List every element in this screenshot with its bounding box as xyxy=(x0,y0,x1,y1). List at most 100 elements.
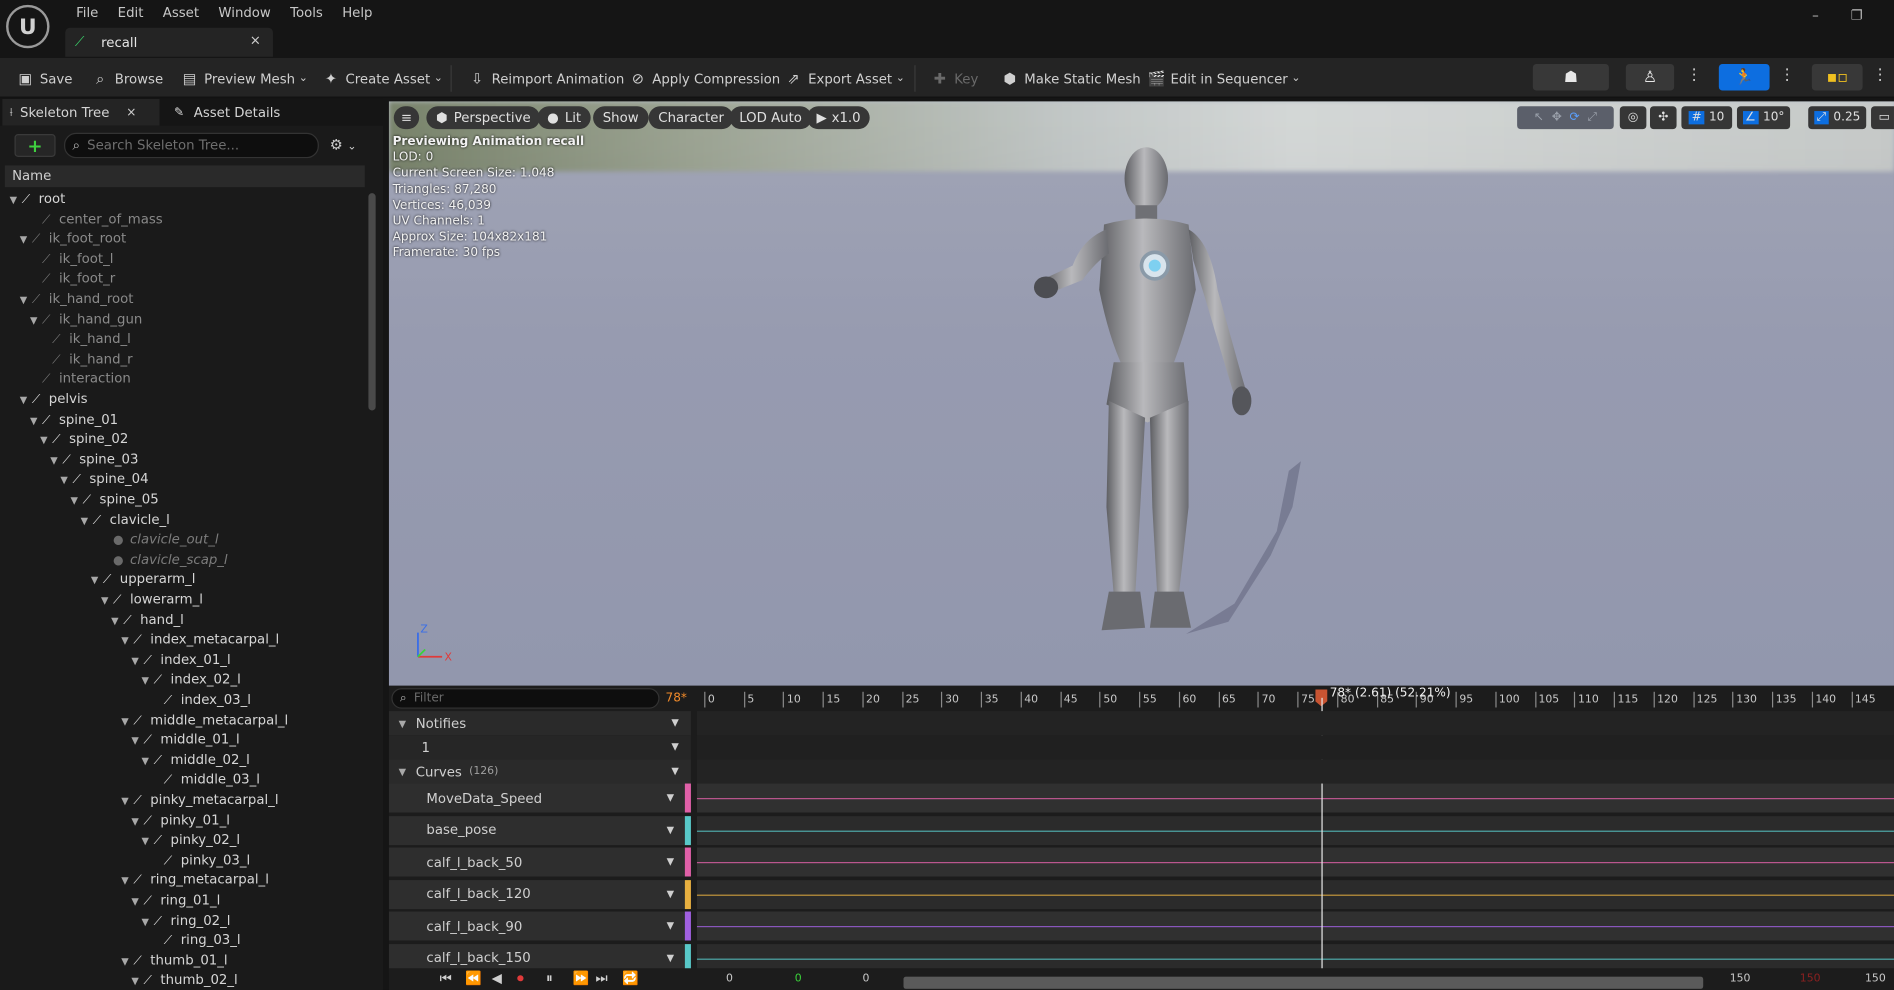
expand-arrow-icon[interactable]: ▼ xyxy=(71,491,83,510)
range-start-value[interactable]: 0 xyxy=(726,973,733,985)
pause-icon[interactable]: ⏸ xyxy=(546,971,553,988)
working-start-value[interactable]: 0 xyxy=(795,973,802,985)
bone-row[interactable]: ▼ ⟋ clavicle_l xyxy=(81,510,170,529)
surface-snap-button[interactable]: ✣ xyxy=(1649,106,1677,130)
view-range-thumb[interactable] xyxy=(903,976,1704,989)
coordinate-space-button[interactable]: ◎ xyxy=(1619,106,1647,130)
view-range-scrollbar[interactable] xyxy=(903,976,1704,989)
expand-arrow-icon[interactable]: ▼ xyxy=(40,431,52,450)
tree-scrollbar[interactable] xyxy=(368,193,376,411)
chevron-down-icon[interactable]: ▼ xyxy=(667,824,674,835)
viewport-menu-button[interactable]: ≡ xyxy=(393,106,420,130)
bone-row[interactable]: ▼ ⟋ spine_01 xyxy=(30,410,118,429)
bone-row[interactable]: ⟋ ik_hand_r xyxy=(40,350,132,369)
perspective-button[interactable]: ⬢ Perspective xyxy=(426,106,541,130)
grid-snap-button[interactable]: #10 xyxy=(1681,106,1733,130)
bone-row[interactable]: ▼ ⟋ spine_02 xyxy=(40,430,128,449)
bone-row[interactable]: ▼ ⟋ thumb_01_l xyxy=(121,951,227,970)
bone-row[interactable]: ▼ ⟋ ik_foot_root xyxy=(20,230,126,249)
chevron-down-icon[interactable]: ▼ xyxy=(667,856,674,867)
expand-arrow-icon[interactable]: ▼ xyxy=(131,892,143,911)
notify-track-row[interactable]: 1 ▼ xyxy=(388,735,691,760)
bone-row[interactable]: ▼ ⟋ pinky_metacarpal_l xyxy=(121,791,278,810)
lod-button[interactable]: LOD Auto xyxy=(729,106,812,130)
expand-arrow-icon[interactable]: ▼ xyxy=(121,872,133,891)
bone-row[interactable]: ▼ ⟋ pelvis xyxy=(20,390,88,409)
apply-compression-button[interactable]: ⊘ Apply Compression xyxy=(629,66,781,90)
expand-arrow-icon[interactable]: ▼ xyxy=(30,411,42,430)
mesh-options-icon[interactable]: ⋮ xyxy=(1686,66,1702,84)
timeline-lane[interactable] xyxy=(696,759,1894,784)
name-column-header[interactable]: Name xyxy=(4,165,365,188)
edit-in-sequencer-dropdown[interactable]: 🎬 Edit in Sequencer ⌄ xyxy=(1148,66,1301,90)
camera-speed-button[interactable]: ▭ xyxy=(1871,106,1894,130)
playback-speed-button[interactable]: ▶ x1.0 xyxy=(806,106,871,130)
restore-button[interactable]: ❐ xyxy=(1844,7,1868,23)
expand-arrow-icon[interactable]: ▼ xyxy=(121,792,133,811)
expand-arrow-icon[interactable]: ▼ xyxy=(111,612,123,631)
bone-row[interactable]: ⟋ middle_03_l xyxy=(152,771,260,790)
bone-row[interactable]: ▼ ⟋ index_01_l xyxy=(131,650,230,669)
bone-row[interactable]: ▼ ⟋ middle_02_l xyxy=(142,751,250,770)
timeline-lane[interactable] xyxy=(696,711,1894,736)
reimport-animation-button[interactable]: ⇩ Reimport Animation xyxy=(469,66,624,90)
expand-arrow-icon[interactable]: ▼ xyxy=(20,291,32,310)
preview-mesh-dropdown[interactable]: ▤ Preview Mesh ⌄ xyxy=(181,66,308,90)
bone-row[interactable]: ▼ ⟋ index_metacarpal_l xyxy=(121,630,279,649)
expand-arrow-icon[interactable]: ▼ xyxy=(142,912,154,931)
bone-row[interactable]: ⟋ ring_03_l xyxy=(152,931,241,950)
menu-file[interactable]: File xyxy=(66,2,108,21)
bone-row[interactable]: ● clavicle_scap_l xyxy=(101,550,228,569)
bone-row[interactable]: ● clavicle_out_l xyxy=(101,530,219,549)
expand-arrow-icon[interactable]: ▼ xyxy=(121,712,133,731)
curve-track-row[interactable]: calf_l_back_50 ▼ xyxy=(388,847,691,877)
go-to-start-icon[interactable]: ⏮ xyxy=(440,971,452,988)
expand-arrow-icon[interactable]: ▼ xyxy=(131,812,143,831)
expand-arrow-icon[interactable]: ▼ xyxy=(81,511,93,530)
bone-row[interactable]: ▼ ⟋ ring_metacarpal_l xyxy=(121,871,269,890)
show-button[interactable]: Show xyxy=(593,106,649,130)
expand-arrow-icon[interactable]: ▼ xyxy=(121,952,133,971)
menu-asset[interactable]: Asset xyxy=(153,2,209,21)
add-socket-button[interactable]: + xyxy=(14,134,56,157)
curve-track-row[interactable]: calf_l_back_90 ▼ xyxy=(388,911,691,941)
tree-settings-button[interactable]: ⚙ ⌄ xyxy=(330,136,357,153)
mesh-mode-button[interactable]: ♙ xyxy=(1625,63,1675,91)
bone-row[interactable]: ▼ ⟋ ik_hand_gun xyxy=(30,310,142,329)
timeline-ruler[interactable]: 0 5 10 15 20 25 30 35 40 45 50 55 60 65 70 75 80 85 90 95 10… xyxy=(697,691,1894,711)
bone-row[interactable]: ⟋ ik_foot_l xyxy=(30,250,113,269)
save-button[interactable]: ▣ Save xyxy=(17,66,73,90)
close-tab-button[interactable]: × xyxy=(250,33,261,49)
skeleton-search-input[interactable]: ⌕ Search Skeleton Tree... xyxy=(64,132,319,159)
character-mesh[interactable] xyxy=(1029,145,1307,640)
chevron-down-icon[interactable]: ▼ xyxy=(667,952,674,963)
view-start-value[interactable]: 0 xyxy=(862,973,869,985)
preview-viewport[interactable]: ≡ ⬢ Perspective ● Lit Show Character LOD A… xyxy=(388,101,1894,686)
menu-tools[interactable]: Tools xyxy=(280,2,332,21)
curve-track-row[interactable]: base_pose ▼ xyxy=(388,815,691,845)
bone-row[interactable]: ▼ ⟋ hand_l xyxy=(111,610,184,629)
chevron-down-icon[interactable]: ▼ xyxy=(667,792,674,803)
record-icon[interactable]: ⏺ xyxy=(517,971,524,988)
character-button[interactable]: Character xyxy=(648,106,734,130)
expand-arrow-icon[interactable]: ▼ xyxy=(30,311,42,330)
transform-tools-group[interactable]: ↖ ✥ ⟳ ⤢ xyxy=(1517,106,1614,130)
key-button[interactable]: ✚ Key xyxy=(931,66,979,90)
bone-row[interactable]: ▼ ⟋ root xyxy=(10,190,66,209)
curve-track-row[interactable]: MoveData_Speed ▼ xyxy=(388,783,691,813)
bone-row[interactable]: ▼ ⟋ pinky_02_l xyxy=(142,831,241,850)
bone-row[interactable]: ▼ ⟋ ring_01_l xyxy=(131,891,220,910)
go-to-end-icon[interactable]: ⏭ xyxy=(595,971,607,988)
step-back-icon[interactable]: ⏪ xyxy=(465,971,482,987)
play-reverse-icon[interactable]: ◀ xyxy=(492,971,502,987)
notifies-track-header[interactable]: ▼ Notifies ▼ xyxy=(388,711,691,736)
menu-help[interactable]: Help xyxy=(333,2,383,21)
curves-track-header[interactable]: ▼ Curves (126) ▼ xyxy=(388,759,691,784)
expand-arrow-icon[interactable]: ▼ xyxy=(10,191,22,210)
unreal-logo[interactable]: U xyxy=(6,4,50,49)
skeleton-mode-button[interactable]: ☗ xyxy=(1532,63,1609,91)
expand-arrow-icon[interactable]: ▼ xyxy=(131,972,143,990)
expand-arrow-icon[interactable]: ▼ xyxy=(20,231,32,250)
expand-arrow-icon[interactable]: ▼ xyxy=(20,391,32,410)
expand-arrow-icon[interactable]: ▼ xyxy=(121,632,133,651)
